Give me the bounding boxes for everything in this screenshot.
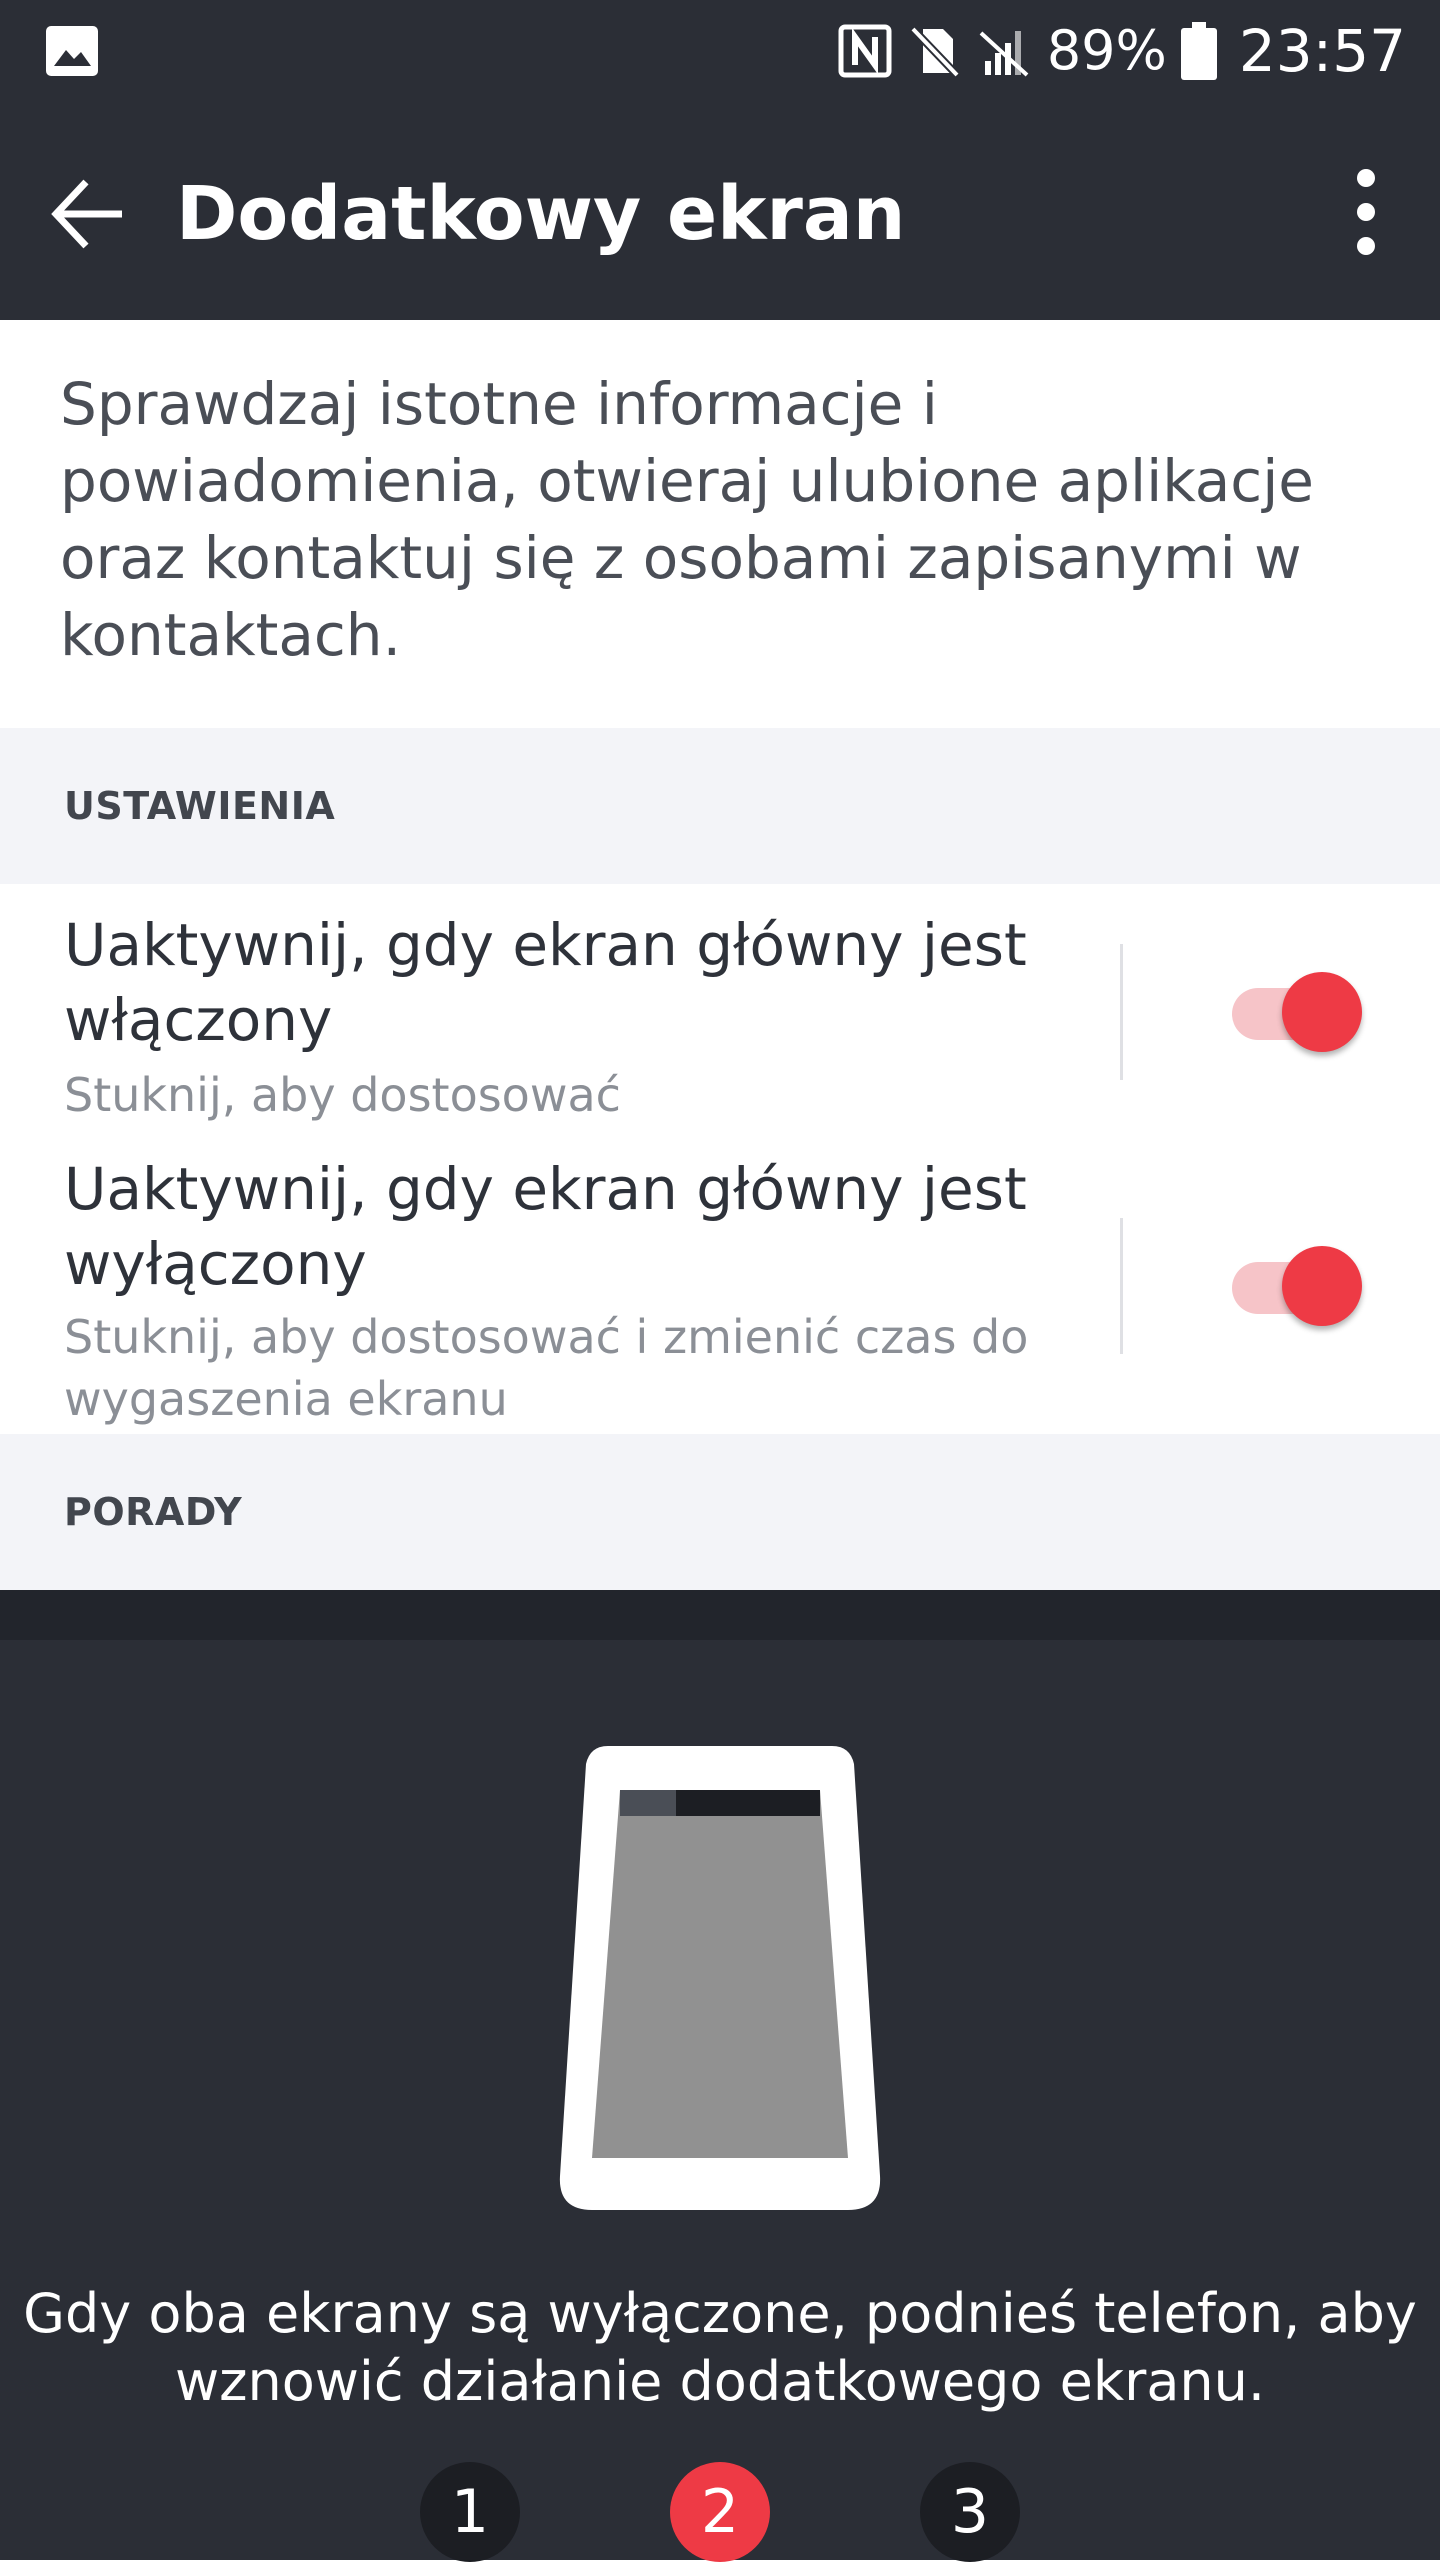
status-bar: 89% 23:57 (0, 0, 1440, 102)
back-button[interactable] (48, 172, 132, 256)
image-notification-icon (46, 26, 98, 76)
setting-title: Uaktywnij, gdy ekran główny jest wyłączo… (64, 1155, 1027, 1298)
setting-row-screen-on[interactable]: Uaktywnij, gdy ekran główny jest włączon… (0, 884, 1440, 1130)
toggle-thumb (1282, 972, 1362, 1052)
toggle-switch-screen-on[interactable] (1228, 962, 1368, 1052)
setting-row-screen-off[interactable]: Uaktywnij, gdy ekran główny jest wyłączo… (0, 1130, 1440, 1432)
setting-subtitle: Stuknij, aby dostosować i zmienić czas d… (64, 1310, 1029, 1426)
overflow-menu-button[interactable] (1328, 166, 1404, 258)
no-signal-icon (979, 31, 1029, 77)
tip-text: Gdy oba ekrany są wyłączone, podnieś tel… (23, 2282, 1417, 2413)
toggle-switch-screen-off[interactable] (1228, 1236, 1368, 1326)
section-header-tips: PORADY (0, 1434, 1440, 1590)
section-label: PORADY (64, 1490, 243, 1534)
nfc-icon (838, 24, 892, 78)
page-dot-3[interactable]: 3 (920, 2462, 1020, 2562)
feature-description: Sprawdzaj istotne informacje i powiadomi… (60, 370, 1314, 669)
status-icons: 89% 23:57 (837, 16, 1406, 86)
row-divider (1120, 944, 1123, 1080)
tips-carousel[interactable]: Gdy oba ekrany są wyłączone, podnieś tel… (0, 1640, 1440, 2562)
no-sim-icon (909, 26, 960, 78)
battery-percent: 89% (1046, 19, 1167, 82)
page-title: Dodatkowy ekran (176, 171, 906, 257)
setting-title: Uaktywnij, gdy ekran główny jest włączon… (64, 911, 1027, 1054)
tips-pager: 1 2 3 (0, 2462, 1440, 2562)
page-dot-1[interactable]: 1 (420, 2462, 520, 2562)
section-header-settings: USTAWIENIA (0, 728, 1440, 884)
toggle-thumb (1282, 1246, 1362, 1326)
row-divider (1120, 1218, 1123, 1354)
more-vert-icon (1357, 169, 1375, 255)
phone-illustration (559, 1746, 881, 2210)
battery-icon (1180, 22, 1217, 80)
app-bar: Dodatkowy ekran (0, 102, 1440, 320)
tips-top-band (0, 1590, 1440, 1640)
arrow-back-icon (51, 179, 122, 249)
page-dot-2[interactable]: 2 (670, 2462, 770, 2562)
section-label: USTAWIENIA (64, 784, 336, 828)
setting-subtitle: Stuknij, aby dostosować (64, 1068, 621, 1122)
clock: 23:57 (1238, 17, 1406, 85)
